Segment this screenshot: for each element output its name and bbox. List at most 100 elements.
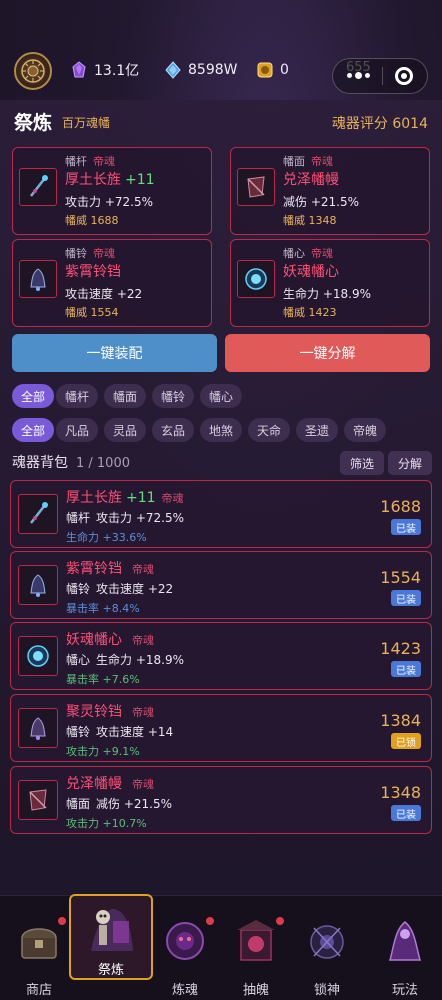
slot-item-icon [237, 260, 275, 298]
purple-crystal-icon [72, 61, 86, 78]
item-power: 1348 [380, 783, 421, 802]
banner-pole-icon [30, 502, 48, 524]
bag-filter-button[interactable]: 筛选 [340, 451, 385, 475]
equip-slot-face[interactable]: 幡面 帝魂 兑泽幡幔 减伤 +21.5% 幡威 1348 [230, 147, 430, 235]
grade-filter-7[interactable]: 帝魄 [344, 418, 387, 442]
slot-name: 妖魂幡心 [283, 264, 339, 280]
slot-type: 幡面 [283, 155, 305, 168]
nav-draw[interactable]: 抽魄 [221, 900, 291, 998]
nav-label: 玩法 [391, 983, 418, 998]
item-icon [18, 708, 58, 748]
item-icon [18, 780, 58, 820]
soul-score: 魂器评分 6014 [332, 113, 428, 133]
bag-item-card[interactable]: 妖魂幡心 帝魂 幡心 生命力 +18.9% 暴击率 +7.6% 1423 已装 [10, 622, 432, 690]
gold-resource: 13.1亿 [70, 60, 139, 80]
slot-name: 兑泽幡幔 [283, 172, 339, 188]
nav-lock-spirit[interactable]: 锁神 [292, 900, 362, 998]
item-slot: 幡铃 [66, 582, 91, 596]
nav-label: 商店 [25, 983, 52, 998]
page-subtitle: 百万魂幡 [62, 116, 111, 130]
grade-filter-all[interactable]: 全部 [12, 418, 55, 442]
item-stat: 攻击力 +72.5% [96, 511, 185, 525]
grade-filter-1[interactable]: 凡品 [56, 418, 99, 442]
banner-pole-icon [30, 175, 48, 197]
item-name: 紫霄铃铛 [66, 561, 122, 577]
equip-slot-heart[interactable]: 幡心 帝魂 妖魂幡心 生命力 +18.9% 幡威 1423 [230, 239, 430, 327]
item-name: 厚土长旌 [66, 490, 122, 506]
item-rarity: 帝魂 [132, 634, 154, 647]
blue-diamond-icon [165, 61, 181, 79]
slot-type: 幡心 [283, 247, 305, 260]
grade-filter-4[interactable]: 地煞 [200, 418, 243, 442]
grade-filter-6[interactable]: 圣遗 [296, 418, 339, 442]
item-icon [18, 636, 58, 676]
slot-item-icon [19, 260, 57, 298]
item-substat: 攻击力 +10.7% [66, 817, 147, 830]
item-slot: 幡杆 [66, 511, 91, 525]
diamond-resource: 8598W [164, 60, 237, 80]
nav-shop[interactable]: 商店 [4, 900, 74, 998]
item-rarity: 帝魂 [132, 778, 154, 791]
grade-filter-3[interactable]: 玄品 [152, 418, 195, 442]
slot-stat: 攻击力 +72.5% [65, 195, 153, 209]
item-rarity: 帝魂 [132, 563, 154, 576]
item-substat: 生命力 +33.6% [66, 531, 147, 544]
score-label: 魂器评分 [331, 116, 388, 132]
slot-type: 幡杆 [65, 155, 87, 168]
slot-rarity: 帝魂 [311, 247, 333, 260]
bag-item-card[interactable]: 紫霄铃铛 帝魂 幡铃 攻击速度 +22 暴击率 +8.4% 1554 已装 [10, 551, 432, 619]
item-plus: +11 [126, 490, 156, 506]
item-name: 兑泽幡幔 [66, 776, 122, 792]
equipped-badge: 已装 [391, 805, 421, 821]
notification-dot [206, 917, 214, 925]
token-value: 0 [280, 62, 289, 78]
banner-cloth-icon [247, 176, 265, 198]
compass-emblem-icon [21, 59, 45, 83]
slot-rarity: 帝魂 [93, 155, 115, 168]
slot-item-icon [19, 168, 57, 206]
type-filter-pole[interactable]: 幡杆 [56, 384, 99, 408]
type-filter-face[interactable]: 幡面 [104, 384, 147, 408]
bag-item-card[interactable]: 厚土长旌 +11 帝魂 幡杆 攻击力 +72.5% 生命力 +33.6% 1688 已… [10, 480, 432, 548]
bell-icon [30, 717, 46, 740]
equip-slot-bell[interactable]: 幡铃 帝魂 紫霄铃铛 攻击速度 +22 幡威 1554 [12, 239, 212, 327]
slot-stat: 减伤 +21.5% [283, 195, 359, 209]
nav-gameplay[interactable]: 玩法 [370, 900, 440, 998]
slot-type: 幡铃 [65, 247, 87, 260]
item-name: 妖魂幡心 [66, 632, 122, 648]
slot-name: 紫霄铃铛 [65, 264, 121, 280]
slot-rarity: 帝魂 [93, 247, 115, 260]
type-filter-bell[interactable]: 幡铃 [152, 384, 195, 408]
item-stat: 生命力 +18.9% [96, 653, 185, 667]
equip-all-button[interactable]: 一键装配 [12, 334, 217, 372]
bag-item-card[interactable]: 聚灵铃铛 帝魂 幡铃 攻击速度 +14 攻击力 +9.1% 1384 已锁 [10, 694, 432, 762]
slot-power: 1423 [308, 306, 337, 319]
decompose-all-button[interactable]: 一键分解 [225, 334, 430, 372]
item-rarity: 帝魂 [132, 706, 154, 719]
soul-core-icon [27, 645, 49, 667]
settings-emblem-button[interactable] [14, 52, 52, 90]
more-dots-icon[interactable] [347, 72, 370, 79]
type-filter-heart[interactable]: 幡心 [200, 384, 243, 408]
slot-rarity: 帝魂 [311, 155, 333, 168]
item-stat: 攻击速度 +14 [96, 725, 174, 739]
nav-refine[interactable]: 祭炼 [69, 894, 153, 980]
nav-label: 炼魂 [171, 983, 198, 998]
close-ring-icon[interactable] [395, 67, 413, 85]
grade-filter-2[interactable]: 灵品 [104, 418, 147, 442]
item-name: 聚灵铃铛 [66, 704, 122, 720]
diamond-value: 8598W [188, 62, 238, 78]
bag-decompose-button[interactable]: 分解 [388, 451, 433, 475]
nav-soul-forge[interactable]: 炼魂 [150, 900, 220, 998]
slot-power: 1348 [308, 214, 337, 227]
type-filter-all[interactable]: 全部 [12, 384, 55, 408]
bag-item-card[interactable]: 兑泽幡幔 帝魂 幡面 减伤 +21.5% 攻击力 +10.7% 1348 已装 [10, 766, 432, 834]
item-substat: 暴击率 +8.4% [66, 602, 140, 615]
slot-power-label: 幡威 [65, 306, 87, 319]
slot-power-label: 幡威 [283, 306, 305, 319]
equip-slot-pole[interactable]: 幡杆 帝魂 厚土长旌 +11 攻击力 +72.5% 幡威 1688 [12, 147, 212, 235]
equipped-badge: 已装 [391, 519, 421, 535]
locked-badge: 已锁 [391, 733, 421, 749]
grade-filter-5[interactable]: 天命 [248, 418, 291, 442]
item-power: 1384 [380, 711, 421, 730]
